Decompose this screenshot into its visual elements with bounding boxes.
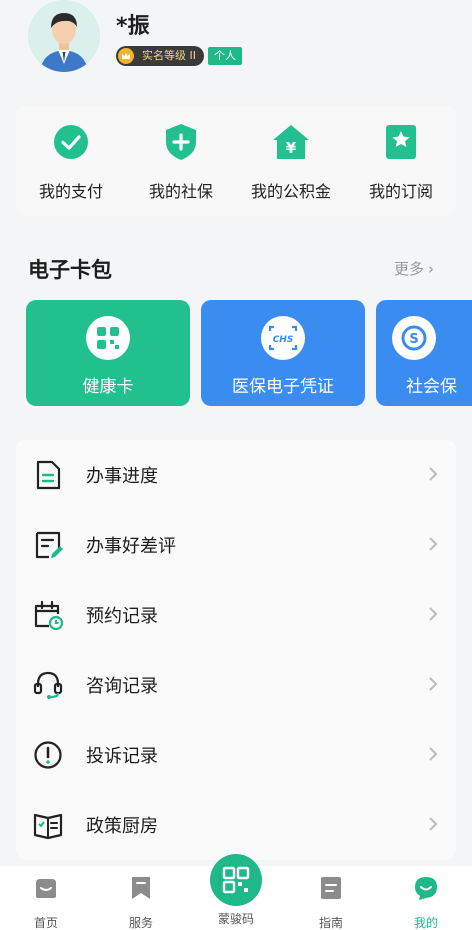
open-book-icon — [33, 813, 63, 840]
chevron-right-icon — [429, 747, 438, 761]
tab-label: 服务 — [128, 916, 153, 930]
chevron-right-icon: › — [428, 260, 435, 278]
card-label: 健康卡 — [82, 377, 134, 397]
avatar-illustration-icon — [28, 0, 100, 72]
account-type-badge: 个人 — [208, 47, 242, 65]
verify-level-badge[interactable]: 实名等级 II — [116, 46, 204, 66]
quick-action-label: 我的支付 — [38, 182, 103, 201]
review-icon — [35, 531, 63, 559]
svg-text:CHS: CHS — [273, 335, 294, 345]
shield-plus-icon — [161, 122, 201, 162]
calendar-clock-icon — [34, 600, 64, 631]
tab-label: 首页 — [33, 916, 58, 930]
tab-label: 我的 — [413, 916, 438, 930]
verify-level-text: 实名等级 II — [142, 49, 196, 62]
tab-home[interactable]: 首页 — [6, 874, 86, 930]
list-item-label: 预约记录 — [86, 606, 158, 627]
tab-code-label: 蒙骏码 — [217, 912, 254, 926]
qr-code-icon — [222, 866, 250, 894]
list-item-policy-kitchen[interactable]: 政策厨房 — [16, 790, 456, 860]
svg-text:¥: ¥ — [286, 139, 297, 157]
card-social-security[interactable]: S 社会保 — [376, 300, 472, 406]
chs-icon: CHS — [261, 316, 305, 360]
quick-action-payment[interactable]: 我的支付 — [19, 122, 123, 202]
quick-action-subscription[interactable]: 我的订阅 — [349, 122, 453, 202]
chevron-right-icon — [429, 677, 438, 691]
quick-action-housing-fund[interactable]: ¥ 我的公积金 — [239, 122, 343, 202]
tab-service[interactable]: 服务 — [101, 874, 181, 930]
list-item-appointment[interactable]: 预约记录 — [16, 580, 456, 650]
list-item-review[interactable]: 办事好差评 — [16, 510, 456, 580]
chevron-right-icon — [429, 607, 438, 621]
quick-action-label: 我的订阅 — [368, 182, 433, 201]
crown-icon — [118, 48, 134, 64]
chevron-right-icon — [429, 467, 438, 481]
tab-guide[interactable]: 指南 — [291, 874, 371, 930]
guide-icon — [321, 877, 341, 899]
user-name: *振 — [116, 14, 150, 39]
quick-action-social-security[interactable]: 我的社保 — [129, 122, 233, 202]
social-security-icon: S — [392, 316, 436, 360]
list-item-label: 办事好差评 — [86, 536, 176, 557]
tab-label: 指南 — [318, 916, 343, 930]
list-item-label: 政策厨房 — [86, 816, 158, 837]
list-item-label: 办事进度 — [86, 466, 158, 487]
records-list: 办事进度 办事好差评 预约记录 咨询记录 投诉记录 政策厨房 — [16, 440, 456, 860]
chevron-right-icon — [429, 537, 438, 551]
wallet-more-label: 更多 — [394, 260, 425, 278]
card-label: 社会保 — [406, 377, 457, 397]
tab-mine[interactable]: 我的 — [386, 874, 466, 930]
list-item-label: 咨询记录 — [86, 676, 158, 697]
quick-action-label: 我的社保 — [148, 182, 213, 201]
health-card-icon — [86, 316, 130, 360]
wallet-more-link[interactable]: 更多 › — [394, 258, 434, 279]
house-yuan-icon: ¥ — [271, 122, 311, 162]
profile-header: *振 实名等级 II 个人 — [0, 0, 472, 96]
list-item-progress[interactable]: 办事进度 — [16, 440, 456, 510]
list-item-complaint[interactable]: 投诉记录 — [16, 720, 456, 790]
card-health[interactable]: 健康卡 — [26, 300, 190, 406]
card-medical-insurance[interactable]: CHS 医保电子凭证 — [201, 300, 365, 406]
tab-code-button[interactable] — [210, 854, 262, 906]
profile-smile-icon — [415, 877, 437, 900]
avatar[interactable] — [28, 0, 100, 72]
wallet-title: 电子卡包 — [28, 258, 112, 282]
bookmark-star-icon — [381, 122, 421, 162]
card-label: 医保电子凭证 — [232, 377, 334, 397]
bookmark-icon — [132, 877, 150, 899]
chevron-right-icon — [429, 817, 438, 831]
check-circle-icon — [51, 122, 91, 162]
document-icon — [36, 460, 61, 490]
list-item-consultation[interactable]: 咨询记录 — [16, 650, 456, 720]
quick-action-label: 我的公积金 — [250, 182, 331, 201]
wallet-cards: 健康卡 CHS 医保电子凭证 S 社会保 — [0, 300, 472, 406]
list-item-label: 投诉记录 — [86, 746, 158, 767]
alert-circle-icon — [34, 741, 62, 769]
quick-actions-panel: 我的支付 我的社保 ¥ 我的公积金 我的订阅 — [16, 106, 456, 216]
home-icon — [36, 879, 56, 898]
headset-icon — [33, 671, 63, 699]
svg-text:S: S — [409, 332, 418, 347]
